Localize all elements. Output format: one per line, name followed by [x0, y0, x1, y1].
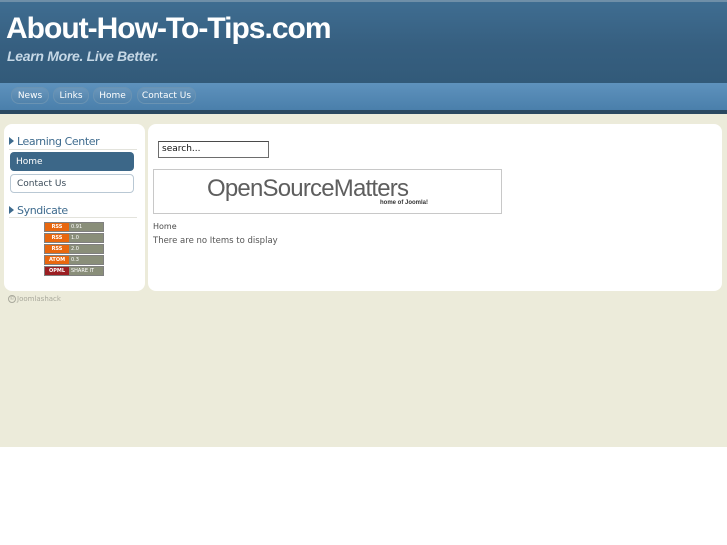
feed-atom-03-button[interactable]: ATOM 0.3	[44, 255, 104, 265]
feed-version: 0.91	[69, 223, 103, 231]
banner-subtitle: home of Joomla!	[380, 200, 429, 206]
feed-version: 0.3	[69, 256, 103, 264]
learning-center-title: Learning Center	[17, 135, 100, 148]
sidebar-item-home[interactable]: Home	[10, 152, 134, 171]
nav-contact-us[interactable]: Contact Us	[137, 87, 196, 104]
breadcrumb: Home	[153, 222, 177, 231]
learning-center-heading: Learning Center	[9, 135, 100, 148]
feed-rss-20-button[interactable]: RSS 2.0	[44, 244, 104, 254]
opensourcematters-banner[interactable]: OpenSourceMatters home of Joomla!	[153, 169, 502, 214]
triangle-right-icon	[9, 137, 14, 145]
feed-label: OPML	[45, 267, 69, 275]
nav-news[interactable]: News	[11, 87, 49, 104]
feed-opml-button[interactable]: OPML SHARE IT	[44, 266, 104, 276]
feed-label: ATOM	[45, 256, 69, 264]
triangle-right-icon	[9, 206, 14, 214]
feed-label: RSS	[45, 223, 69, 231]
search-input[interactable]: search...	[158, 141, 269, 158]
syndicate-heading: Syndicate	[9, 204, 68, 217]
credit-text: Joomlashack	[17, 295, 61, 303]
banner-logo-text: OpenSourceMatters	[207, 175, 409, 203]
empty-items-message: There are no Items to display	[153, 236, 278, 246]
feed-version: 1.0	[69, 234, 103, 242]
site-title[interactable]: About-How-To-Tips.com	[6, 12, 331, 46]
nav-links[interactable]: Links	[53, 87, 89, 104]
sidebar-item-contact-us[interactable]: Contact Us	[10, 174, 134, 193]
feed-rss-10-button[interactable]: RSS 1.0	[44, 233, 104, 243]
footer-credit[interactable]: © Joomlashack	[8, 295, 61, 303]
site-header: About-How-To-Tips.com Learn More. Live B…	[0, 0, 727, 83]
feed-rss-091-button[interactable]: RSS 0.91	[44, 222, 104, 232]
site-slogan: Learn More. Live Better.	[7, 48, 159, 64]
divider	[9, 149, 137, 150]
feed-label: RSS	[45, 234, 69, 242]
syndicate-title: Syndicate	[17, 204, 68, 217]
nav-home[interactable]: Home	[93, 87, 132, 104]
feed-version: SHARE IT	[69, 267, 103, 275]
navbar-shadow	[0, 110, 727, 114]
copyright-icon: ©	[8, 295, 16, 303]
feed-label: RSS	[45, 245, 69, 253]
banner-text-right: Matters	[333, 175, 409, 202]
feed-version: 2.0	[69, 245, 103, 253]
banner-text-left: OpenSource	[207, 175, 335, 202]
divider	[9, 217, 137, 218]
